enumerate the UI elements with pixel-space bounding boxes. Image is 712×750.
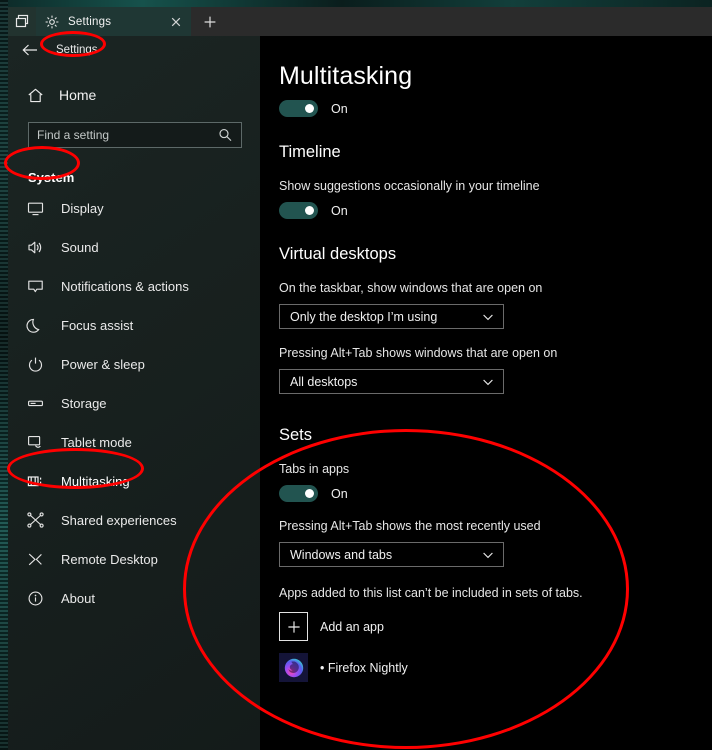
tabs-in-apps-toggle-row: On <box>279 485 712 502</box>
sets-heading: Sets <box>279 426 313 444</box>
moon-icon <box>26 316 45 335</box>
page-toggle-row: On <box>279 100 712 117</box>
chevron-down-icon <box>481 375 495 389</box>
sidebar-item-label: Sound <box>61 240 99 255</box>
desktop-wallpaper-top <box>0 0 712 7</box>
drive-icon <box>26 394 45 413</box>
settings-content: Multitasking On Timeline Show suggestion… <box>260 36 712 750</box>
arrow-left-icon[interactable] <box>18 38 42 62</box>
timeline-suggestions-label: Show suggestions occasionally in your ti… <box>279 179 540 193</box>
excluded-apps-note: Apps added to this list can’t be include… <box>279 586 583 600</box>
sidebar-item-power-sleep[interactable]: Power & sleep <box>8 345 260 384</box>
chevron-down-icon <box>481 548 495 562</box>
speaker-icon <box>26 238 45 257</box>
timeline-heading: Timeline <box>279 143 341 161</box>
sidebar-item-label: Remote Desktop <box>61 552 158 567</box>
select-value: Windows and tabs <box>290 547 393 562</box>
toggle-state-label: On <box>331 203 348 218</box>
sidebar-header: Settings <box>8 36 260 64</box>
search-icon[interactable] <box>217 127 233 143</box>
sidebar-item-about[interactable]: About <box>8 579 260 618</box>
add-app-label: Add an app <box>320 619 384 634</box>
sidebar-item-label: Power & sleep <box>61 357 145 372</box>
sidebar-item-sound[interactable]: Sound <box>8 228 260 267</box>
sidebar-item-label: Multitasking <box>61 474 130 489</box>
alttab-virtualdesktops-label: Pressing Alt+Tab shows windows that are … <box>279 346 558 360</box>
virtual-desktops-heading: Virtual desktops <box>279 245 397 263</box>
sidebar-item-label: Notifications & actions <box>61 279 189 294</box>
browser-tab-settings[interactable]: Settings <box>36 7 191 36</box>
firefox-nightly-icon <box>279 653 308 682</box>
desktop-wallpaper-strip <box>0 0 8 750</box>
timeline-suggestions-toggle[interactable] <box>279 202 318 219</box>
multitasking-toggle[interactable] <box>279 100 318 117</box>
list-item-label: • Firefox Nightly <box>320 660 408 675</box>
home-icon <box>26 86 45 105</box>
sidebar-item-label: Storage <box>61 396 107 411</box>
sidebar-item-label: Tablet mode <box>61 435 132 450</box>
tab-title: Settings <box>68 15 112 28</box>
taskbar-windows-select[interactable]: Only the desktop I’m using <box>279 304 504 329</box>
select-value: All desktops <box>290 374 358 389</box>
tab-overview-icon[interactable] <box>8 7 36 36</box>
sidebar-item-multitasking[interactable]: Multitasking <box>8 462 260 501</box>
tabs-in-apps-toggle[interactable] <box>279 485 318 502</box>
page-title: Multitasking <box>279 62 413 90</box>
tabs-in-apps-label: Tabs in apps <box>279 462 350 476</box>
monitor-icon <box>26 199 45 218</box>
toggle-state-label: On <box>331 101 348 116</box>
sidebar-item-label: Shared experiences <box>61 513 177 528</box>
select-value: Only the desktop I’m using <box>290 309 438 324</box>
list-item[interactable]: • Firefox Nightly <box>279 653 712 682</box>
tablet-icon <box>26 433 45 452</box>
sidebar-section-title: System <box>28 170 75 185</box>
gear-icon <box>44 14 60 30</box>
chevron-down-icon <box>481 310 495 324</box>
settings-sidebar: Settings Home System <box>8 36 260 750</box>
sidebar-back-label: Settings <box>56 44 98 56</box>
sidebar-item-label: Display <box>61 201 104 216</box>
add-app-button[interactable]: Add an app <box>279 612 712 641</box>
sidebar-item-focus-assist[interactable]: Focus assist <box>8 306 260 345</box>
sidebar-item-home[interactable]: Home <box>8 78 260 112</box>
power-icon <box>26 355 45 374</box>
multitasking-icon <box>26 472 45 491</box>
new-tab-button[interactable] <box>197 7 223 36</box>
plus-icon <box>279 612 308 641</box>
info-circle-icon <box>26 589 45 608</box>
sidebar-item-tablet-mode[interactable]: Tablet mode <box>8 423 260 462</box>
remote-desktop-icon <box>26 550 45 569</box>
search-input[interactable] <box>29 128 217 142</box>
share-nodes-icon <box>26 511 45 530</box>
alttab-virtualdesktops-select[interactable]: All desktops <box>279 369 504 394</box>
settings-window: Settings Settings Home Find a setting Sy… <box>0 0 712 750</box>
taskbar-windows-label: On the taskbar, show windows that are op… <box>279 281 543 295</box>
search-box[interactable] <box>28 122 242 148</box>
sidebar-item-display[interactable]: Display <box>8 189 260 228</box>
sidebar-item-label: About <box>61 591 95 606</box>
sidebar-item-label: Home <box>59 87 97 103</box>
timeline-toggle-row: On <box>279 202 712 219</box>
sidebar-item-notifications[interactable]: Notifications & actions <box>8 267 260 306</box>
sidebar-item-remote-desktop[interactable]: Remote Desktop <box>8 540 260 579</box>
close-icon[interactable] <box>169 15 183 29</box>
alttab-sets-select[interactable]: Windows and tabs <box>279 542 504 567</box>
sidebar-item-shared-experiences[interactable]: Shared experiences <box>8 501 260 540</box>
sidebar-item-label: Focus assist <box>61 318 134 333</box>
alttab-sets-label: Pressing Alt+Tab shows the most recently… <box>279 519 541 533</box>
chat-bubble-icon <box>26 277 45 296</box>
toggle-state-label: On <box>331 486 348 501</box>
sidebar-item-storage[interactable]: Storage <box>8 384 260 423</box>
